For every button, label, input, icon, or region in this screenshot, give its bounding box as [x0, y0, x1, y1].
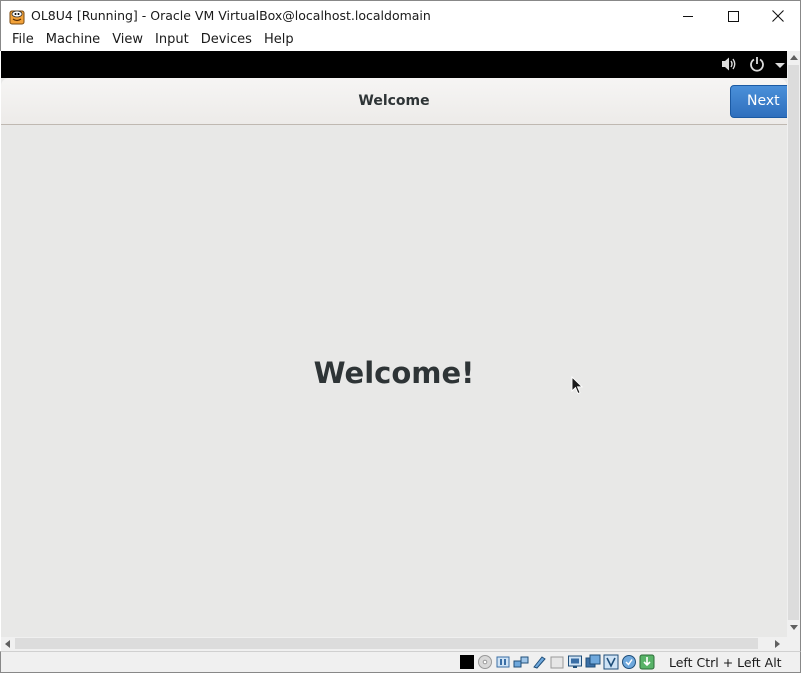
shared-folders-icon[interactable]	[549, 654, 565, 670]
close-icon	[772, 10, 784, 22]
video-capture-icon[interactable]	[585, 654, 601, 670]
setup-header-bar: Welcome Next	[1, 78, 787, 125]
header-title: Welcome	[358, 93, 430, 109]
guest-display[interactable]: Welcome Next Welcome!	[1, 51, 787, 637]
minimize-icon	[682, 15, 693, 17]
minimize-button[interactable]	[665, 1, 711, 31]
next-button[interactable]: Next	[730, 85, 787, 118]
cpu-icon[interactable]	[603, 654, 619, 670]
vertical-scroll-thumb[interactable]	[788, 65, 799, 620]
keyboard-icon[interactable]	[639, 654, 655, 670]
network-icon[interactable]	[513, 654, 529, 670]
scrollbar-corner	[787, 637, 801, 651]
welcome-heading: Welcome!	[313, 356, 475, 390]
maximize-button[interactable]	[710, 1, 756, 31]
horizontal-scrollbar[interactable]	[1, 637, 787, 651]
volume-icon[interactable]	[720, 56, 738, 72]
dropdown-arrow-icon[interactable]	[774, 62, 786, 69]
mouse-integration-icon[interactable]	[621, 654, 637, 670]
audio-icon[interactable]	[495, 654, 511, 670]
display-icon[interactable]	[459, 654, 475, 670]
scroll-down-arrow-icon[interactable]	[790, 625, 798, 631]
window-titlebar[interactable]: OL8U4 [Running] - Oracle VM VirtualBox@l…	[0, 0, 801, 30]
vm-status-bar: Left Ctrl + Left Alt	[0, 651, 801, 673]
scroll-right-arrow-icon[interactable]	[775, 640, 781, 648]
menu-devices[interactable]: Devices	[195, 30, 258, 51]
menu-machine[interactable]: Machine	[40, 30, 106, 51]
mouse-cursor-icon	[571, 376, 583, 395]
usb-icon[interactable]	[531, 654, 547, 670]
menu-help[interactable]: Help	[258, 30, 300, 51]
maximize-icon	[727, 10, 739, 22]
menu-view[interactable]: View	[106, 30, 149, 51]
menu-input[interactable]: Input	[149, 30, 195, 51]
gnome-top-bar	[1, 51, 787, 78]
power-icon[interactable]	[749, 56, 765, 72]
host-key-label[interactable]: Left Ctrl + Left Alt	[669, 655, 782, 670]
window-title: OL8U4 [Running] - Oracle VM VirtualBox@l…	[31, 8, 431, 23]
menu-file[interactable]: File	[6, 30, 40, 51]
close-button[interactable]	[755, 1, 801, 31]
horizontal-scroll-thumb[interactable]	[15, 638, 758, 649]
display-settings-icon[interactable]	[567, 654, 583, 670]
scroll-up-arrow-icon[interactable]	[790, 54, 798, 60]
menu-bar: File Machine View Input Devices Help	[0, 30, 801, 51]
vertical-scrollbar[interactable]	[787, 51, 801, 637]
scroll-left-arrow-icon[interactable]	[4, 640, 10, 648]
optical-drive-icon[interactable]	[477, 654, 493, 670]
virtualbox-icon	[9, 10, 25, 25]
